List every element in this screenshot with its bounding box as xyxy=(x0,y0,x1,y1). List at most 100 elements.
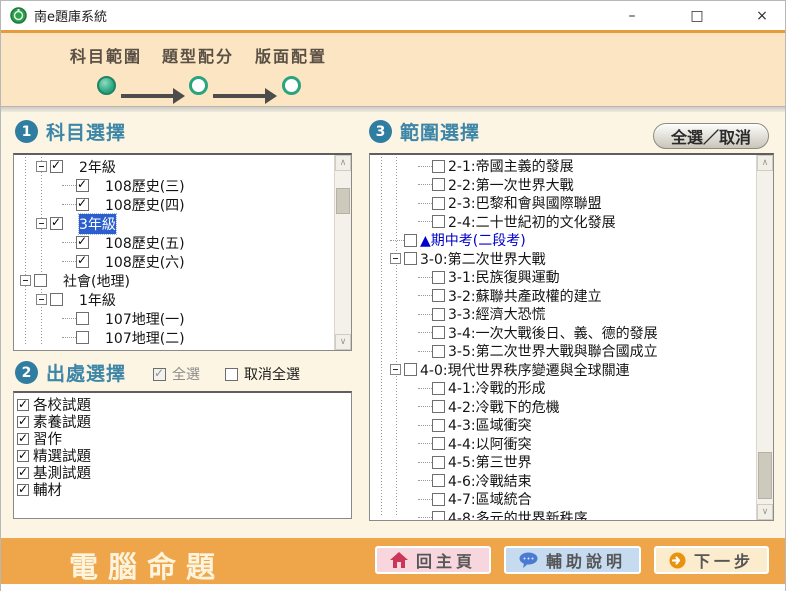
checkbox-icon[interactable] xyxy=(76,312,89,325)
checkbox-icon[interactable] xyxy=(432,178,445,191)
tree-item[interactable]: 1年級 xyxy=(14,290,334,309)
tree-item[interactable]: 108歷史(五) xyxy=(14,233,334,252)
tree-item[interactable]: ▲期中考(二段考) xyxy=(370,231,756,250)
tree-item[interactable]: 4-2:冷戰下的危機 xyxy=(370,398,756,417)
collapse-icon[interactable] xyxy=(36,161,47,172)
select-all-toggle-button[interactable]: 全選／取消 xyxy=(653,123,769,149)
checkbox-icon[interactable] xyxy=(432,493,445,506)
checkbox-icon[interactable] xyxy=(17,467,29,479)
vertical-scrollbar[interactable]: ∧ ∨ xyxy=(334,155,351,350)
checkbox-icon[interactable] xyxy=(432,345,445,358)
checkbox-icon[interactable] xyxy=(50,293,63,306)
scroll-down-icon[interactable]: ∨ xyxy=(335,334,351,350)
checkbox-icon[interactable] xyxy=(432,289,445,302)
scrollbar-thumb[interactable] xyxy=(336,188,350,214)
checkbox-icon[interactable] xyxy=(17,484,29,496)
checkbox-icon[interactable] xyxy=(76,179,89,192)
tree-item[interactable]: 社會(地理) xyxy=(14,271,334,290)
checkbox-icon[interactable] xyxy=(17,450,29,462)
tree-item[interactable]: 2-1:帝國主義的發展 xyxy=(370,157,756,176)
checkbox-icon[interactable] xyxy=(17,399,29,411)
tree-item[interactable]: 107地理(二) xyxy=(14,328,334,347)
tree-item[interactable]: 4-8:多元的世界新秩序 xyxy=(370,509,756,521)
checkbox-icon[interactable] xyxy=(432,326,445,339)
checkbox-icon[interactable] xyxy=(34,274,47,287)
checkbox-icon[interactable] xyxy=(76,331,89,344)
tree-item[interactable]: 3-5:第二次世界大戰與聯合國成立 xyxy=(370,342,756,361)
deselect-all-checkbox[interactable]: 取消全選 xyxy=(225,364,300,384)
checkbox-icon[interactable] xyxy=(432,511,445,520)
checkbox-icon[interactable] xyxy=(432,474,445,487)
checkbox-icon[interactable] xyxy=(153,368,166,381)
tree-item[interactable]: 3-1:民族復興運動 xyxy=(370,268,756,287)
tree-item[interactable]: 2-4:二十世紀初的文化發展 xyxy=(370,213,756,232)
tree-item[interactable]: 107地理(一) xyxy=(14,309,334,328)
list-item[interactable]: 基測試題 xyxy=(17,464,351,481)
tree-item[interactable]: 2年級 xyxy=(14,347,334,350)
list-item[interactable]: 輔材 xyxy=(17,481,351,498)
scroll-up-icon[interactable]: ∧ xyxy=(335,155,351,171)
checkbox-icon[interactable] xyxy=(50,160,63,173)
checkbox-icon[interactable] xyxy=(404,363,417,376)
select-all-checkbox[interactable]: 全選 xyxy=(153,364,200,384)
collapse-icon[interactable] xyxy=(36,218,47,229)
list-item[interactable]: 素養試題 xyxy=(17,413,351,430)
tree-item[interactable]: 3-3:經濟大恐慌 xyxy=(370,305,756,324)
tree-item[interactable]: 108歷史(四) xyxy=(14,195,334,214)
collapse-icon[interactable] xyxy=(390,364,401,375)
checkbox-icon[interactable] xyxy=(225,368,238,381)
tree-item[interactable]: 108歷史(六) xyxy=(14,252,334,271)
checkbox-icon[interactable] xyxy=(50,217,63,230)
step-circle-icon[interactable] xyxy=(282,76,301,95)
tree-item[interactable]: 2年級 xyxy=(14,157,334,176)
tree-item[interactable]: 108歷史(三) xyxy=(14,176,334,195)
checkbox-icon[interactable] xyxy=(432,437,445,450)
scroll-up-icon[interactable]: ∧ xyxy=(757,155,773,171)
tree-item[interactable]: 4-7:區域統合 xyxy=(370,490,756,509)
vertical-scrollbar[interactable]: ∧ ∨ xyxy=(756,155,773,520)
help-button[interactable]: 輔助說明 xyxy=(504,546,641,574)
checkbox-icon[interactable] xyxy=(432,215,445,228)
tree-item[interactable]: 3-2:蘇聯共產政權的建立 xyxy=(370,287,756,306)
checkbox-icon[interactable] xyxy=(432,456,445,469)
maximize-icon[interactable]: □ xyxy=(686,8,708,24)
checkbox-icon[interactable] xyxy=(432,382,445,395)
tree-connector xyxy=(418,184,432,185)
collapse-icon[interactable] xyxy=(390,253,401,264)
collapse-icon[interactable] xyxy=(36,294,47,305)
tree-item[interactable]: 4-3:區域衝突 xyxy=(370,416,756,435)
scroll-down-icon[interactable]: ∨ xyxy=(757,504,773,520)
checkbox-icon[interactable] xyxy=(432,271,445,284)
checkbox-icon[interactable] xyxy=(432,419,445,432)
tree-item[interactable]: 4-0:現代世界秩序變遷與全球關連 xyxy=(370,361,756,380)
checkbox-icon[interactable] xyxy=(432,197,445,210)
step-circle-icon[interactable] xyxy=(189,76,208,95)
checkbox-icon[interactable] xyxy=(432,400,445,413)
tree-item[interactable]: 4-6:冷戰結束 xyxy=(370,472,756,491)
checkbox-icon[interactable] xyxy=(17,433,29,445)
checkbox-icon[interactable] xyxy=(76,255,89,268)
checkbox-icon[interactable] xyxy=(432,160,445,173)
tree-item[interactable]: 2-3:巴黎和會與國際聯盟 xyxy=(370,194,756,213)
next-step-button[interactable]: 下一步 xyxy=(654,546,769,574)
checkbox-icon[interactable] xyxy=(404,234,417,247)
tree-item[interactable]: 4-5:第三世界 xyxy=(370,453,756,472)
tree-item[interactable]: 4-1:冷戰的形成 xyxy=(370,379,756,398)
minimize-icon[interactable]: – xyxy=(621,8,643,24)
tree-item[interactable]: 2-2:第一次世界大戰 xyxy=(370,176,756,195)
tree-item[interactable]: 3-0:第二次世界大戰 xyxy=(370,250,756,269)
home-button[interactable]: 回主頁 xyxy=(375,546,491,574)
collapse-icon[interactable] xyxy=(20,275,31,286)
checkbox-icon[interactable] xyxy=(76,198,89,211)
tree-item[interactable]: 3-4:一次大戰後日、義、德的發展 xyxy=(370,324,756,343)
tree-item[interactable]: 3年級 xyxy=(14,214,334,233)
checkbox-icon[interactable] xyxy=(432,308,445,321)
checkbox-icon[interactable] xyxy=(17,416,29,428)
step-circle-active-icon[interactable] xyxy=(97,76,116,95)
checkbox-icon[interactable] xyxy=(404,252,417,265)
close-icon[interactable]: × xyxy=(751,8,773,24)
tree-item[interactable]: 4-4:以阿衝突 xyxy=(370,435,756,454)
scrollbar-thumb[interactable] xyxy=(758,452,772,499)
step-label: 題型配分 xyxy=(150,43,246,67)
checkbox-icon[interactable] xyxy=(76,236,89,249)
